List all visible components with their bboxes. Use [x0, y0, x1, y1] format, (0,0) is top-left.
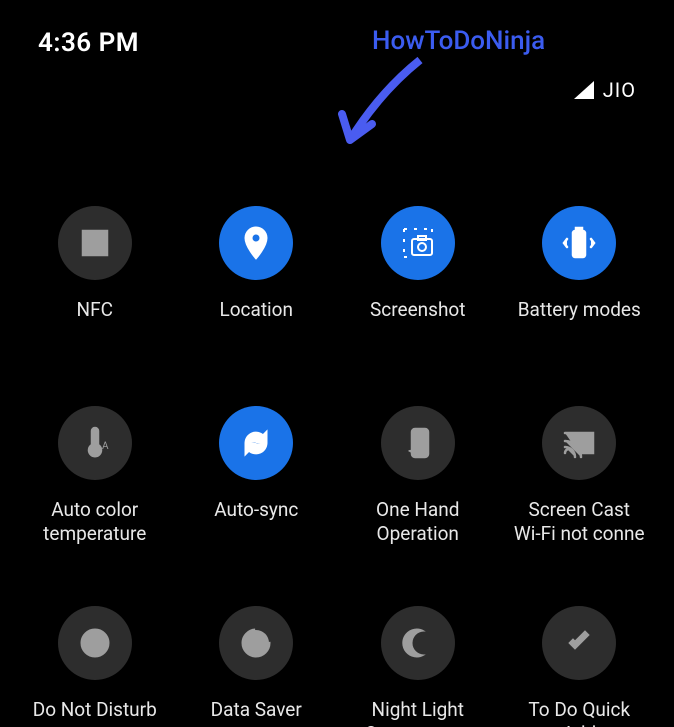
tile-label: Screenshot [370, 298, 465, 346]
dnd-icon [58, 606, 132, 680]
tile-label: To Do QuickAdd [528, 698, 630, 727]
sync-icon [219, 406, 293, 480]
one-hand-icon [381, 406, 455, 480]
tile-label: Auto colortemperature [43, 498, 146, 546]
tile-auto-color-temperature[interactable]: A Auto colortemperature [14, 406, 176, 546]
tile-battery-modes[interactable]: Battery modes [499, 206, 661, 346]
tile-label: NFC [77, 298, 113, 346]
tile-label: One HandOperation [376, 498, 459, 546]
tile-location[interactable]: Location [176, 206, 338, 346]
cast-icon [542, 406, 616, 480]
moon-icon [381, 606, 455, 680]
tile-label: Location [219, 298, 293, 346]
tile-data-saver[interactable]: Data Saver [176, 606, 338, 727]
tile-label: Data Saver [211, 698, 302, 727]
data-saver-icon [219, 606, 293, 680]
tile-label: Night LightOn at sunset [365, 698, 471, 727]
status-bar: 4:36 PM [0, 0, 674, 66]
screenshot-icon [381, 206, 455, 280]
tile-auto-sync[interactable]: Auto-sync [176, 406, 338, 546]
watermark-text: HowToDoNinja [372, 26, 545, 56]
status-clock: 4:36 PM [38, 28, 139, 58]
quick-settings-panel: 4:36 PM HowToDoNinja JIO NFC Location [0, 0, 674, 727]
tile-one-hand[interactable]: One HandOperation [337, 406, 499, 546]
thermometer-icon: A [58, 406, 132, 480]
tile-label: Do Not Disturb [33, 698, 157, 727]
tile-nfc[interactable]: NFC [14, 206, 176, 346]
signal-icon [573, 80, 595, 100]
svg-text:A: A [102, 441, 109, 452]
location-icon [219, 206, 293, 280]
carrier-row: JIO [573, 78, 636, 102]
carrier-label: JIO [603, 78, 636, 102]
battery-icon [542, 206, 616, 280]
tile-night-light[interactable]: Night LightOn at sunset [337, 606, 499, 727]
tile-screenshot[interactable]: Screenshot [337, 206, 499, 346]
tile-label: Screen CastWi-Fi not conne [514, 498, 645, 546]
tile-do-not-disturb[interactable]: Do Not Disturb [14, 606, 176, 727]
tile-label: Auto-sync [214, 498, 298, 546]
tile-todo-quick-add[interactable]: To Do QuickAdd [499, 606, 661, 727]
nfc-icon [58, 206, 132, 280]
tile-screen-cast[interactable]: Screen CastWi-Fi not conne [499, 406, 661, 546]
tile-label: Battery modes [518, 298, 641, 346]
quick-settings-grid: NFC Location Screenshot Battery modes A … [0, 66, 674, 727]
check-icon [542, 606, 616, 680]
